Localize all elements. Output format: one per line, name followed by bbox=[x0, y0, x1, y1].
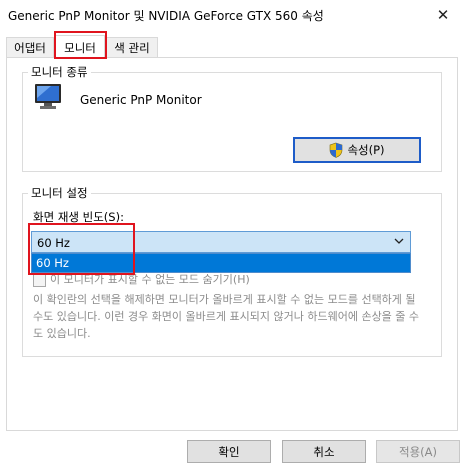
refresh-rate-value: 60 Hz bbox=[37, 236, 70, 250]
monitor-type-group-label: 모니터 종류 bbox=[28, 64, 91, 80]
warning-text: 이 확인란의 선택을 해제하면 모니터가 올바르게 표시할 수 없는 모드를 선… bbox=[33, 293, 420, 340]
tab-color-management[interactable]: 색 관리 bbox=[106, 37, 158, 57]
cancel-button[interactable]: 취소 bbox=[282, 440, 366, 463]
refresh-rate-dropdown-list: 60 Hz bbox=[31, 253, 411, 273]
tab-monitor[interactable]: 모니터 bbox=[55, 35, 105, 59]
apply-button-label: 적용(A) bbox=[399, 444, 437, 459]
ok-button[interactable]: 확인 bbox=[187, 440, 271, 463]
close-button[interactable]: ✕ bbox=[421, 0, 465, 30]
window-title: Generic PnP Monitor 및 NVIDIA GeForce GTX… bbox=[8, 9, 324, 23]
ok-button-label: 확인 bbox=[218, 444, 240, 459]
dropdown-option[interactable]: 60 Hz bbox=[36, 256, 69, 270]
hide-modes-label: 이 모니터가 표시할 수 없는 모드 숨기기(H) bbox=[50, 273, 250, 286]
monitor-settings-group-label: 모니터 설정 bbox=[28, 185, 91, 201]
properties-button[interactable]: 속성(P) bbox=[293, 137, 421, 163]
cancel-button-label: 취소 bbox=[313, 444, 335, 459]
tab-adapter[interactable]: 어댑터 bbox=[6, 37, 54, 57]
properties-button-label: 속성(P) bbox=[347, 143, 385, 157]
refresh-rate-label: 화면 재생 빈도(S): bbox=[33, 210, 124, 224]
tab-label: 어댑터 bbox=[14, 40, 46, 55]
chevron-down-icon bbox=[394, 235, 404, 250]
hide-modes-checkbox[interactable] bbox=[33, 274, 46, 287]
uac-shield-icon bbox=[329, 142, 343, 158]
tab-label: 색 관리 bbox=[114, 40, 150, 55]
title-bar: Generic PnP Monitor 및 NVIDIA GeForce GTX… bbox=[0, 0, 465, 32]
close-icon: ✕ bbox=[436, 6, 450, 24]
apply-button[interactable]: 적용(A) bbox=[376, 440, 460, 463]
refresh-rate-select[interactable]: 60 Hz bbox=[31, 231, 411, 253]
monitor-icon bbox=[33, 82, 63, 115]
monitor-name: Generic PnP Monitor bbox=[80, 93, 202, 107]
tab-label: 모니터 bbox=[64, 40, 96, 55]
